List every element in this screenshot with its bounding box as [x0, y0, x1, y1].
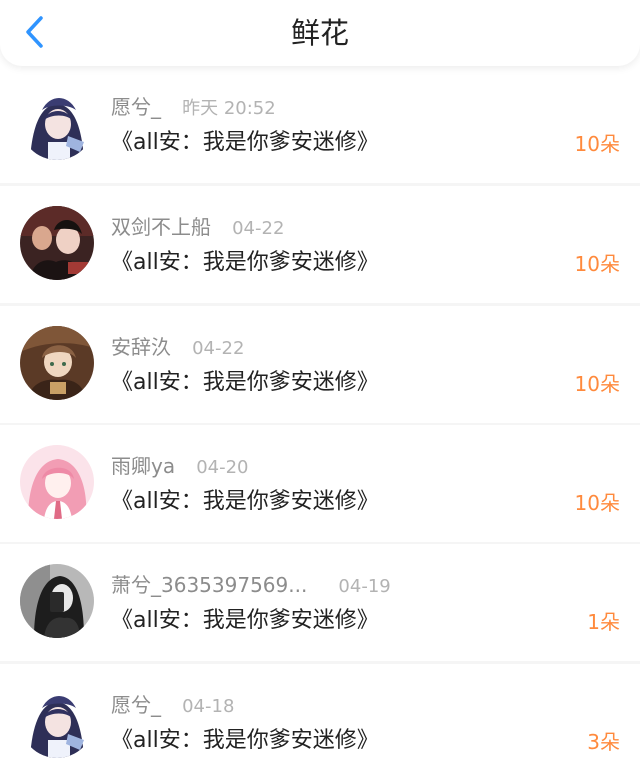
book-title[interactable]: 《all安：我是你爹安迷修》 — [111, 128, 379, 158]
item-meta: 雨卿ya 04-20 — [111, 453, 249, 479]
book-title[interactable]: 《all安：我是你爹安迷修》 — [111, 606, 379, 636]
timestamp: 04-22 — [192, 338, 245, 359]
user-name[interactable]: 雨卿ya — [111, 453, 175, 479]
flower-count: 10朵 — [574, 252, 620, 276]
list-item[interactable]: 雨卿ya 04-20 《all安：我是你爹安迷修》 10朵 — [0, 425, 640, 542]
user-name[interactable]: 萧兮_3635397569... — [111, 572, 307, 598]
list-item[interactable]: 双剑不上船 04-22 《all安：我是你爹安迷修》 10朵 — [0, 186, 640, 303]
timestamp: 04-22 — [232, 218, 285, 239]
user-name[interactable]: 安辞汣 — [111, 334, 171, 360]
item-meta: 安辞汣 04-22 — [111, 334, 244, 360]
item-meta: 愿兮_ 昨天 20:52 — [111, 94, 276, 120]
flower-count: 10朵 — [574, 132, 620, 156]
list-item[interactable]: 萧兮_3635397569... 04-19 《all安：我是你爹安迷修》 1朵 — [0, 544, 640, 661]
list-item[interactable]: 愿兮_ 昨天 20:52 《all安：我是你爹安迷修》 10朵 — [0, 66, 640, 183]
item-meta: 愿兮_ 04-18 — [111, 692, 234, 718]
avatar[interactable] — [20, 206, 94, 280]
user-name[interactable]: 愿兮_ — [111, 94, 161, 120]
avatar[interactable] — [20, 564, 94, 638]
flower-count: 3朵 — [587, 730, 620, 754]
avatar[interactable] — [20, 684, 94, 758]
item-meta: 萧兮_3635397569... 04-19 — [111, 572, 391, 598]
timestamp: 04-20 — [196, 457, 249, 478]
avatar[interactable] — [20, 445, 94, 519]
flower-count: 10朵 — [574, 491, 620, 515]
flower-list: 愿兮_ 昨天 20:52 《all安：我是你爹安迷修》 10朵 双剑不上船 04… — [0, 66, 640, 780]
top-bar: 鲜花 — [0, 0, 640, 66]
item-meta: 双剑不上船 04-22 — [111, 214, 284, 240]
avatar[interactable] — [20, 86, 94, 160]
page-title: 鲜花 — [290, 16, 349, 50]
book-title[interactable]: 《all安：我是你爹安迷修》 — [111, 248, 379, 278]
user-name[interactable]: 愿兮_ — [111, 692, 161, 718]
timestamp: 昨天 20:52 — [182, 98, 276, 119]
list-item[interactable]: 安辞汣 04-22 《all安：我是你爹安迷修》 10朵 — [0, 306, 640, 423]
book-title[interactable]: 《all安：我是你爹安迷修》 — [111, 726, 379, 756]
list-item[interactable]: 愿兮_ 04-18 《all安：我是你爹安迷修》 3朵 — [0, 664, 640, 780]
avatar[interactable] — [20, 326, 94, 400]
flower-count: 10朵 — [574, 372, 620, 396]
book-title[interactable]: 《all安：我是你爹安迷修》 — [111, 368, 379, 398]
user-name[interactable]: 双剑不上船 — [111, 214, 211, 240]
flower-count: 1朵 — [587, 610, 620, 634]
timestamp: 04-18 — [182, 696, 235, 717]
book-title[interactable]: 《all安：我是你爹安迷修》 — [111, 487, 379, 517]
timestamp: 04-19 — [338, 576, 391, 597]
